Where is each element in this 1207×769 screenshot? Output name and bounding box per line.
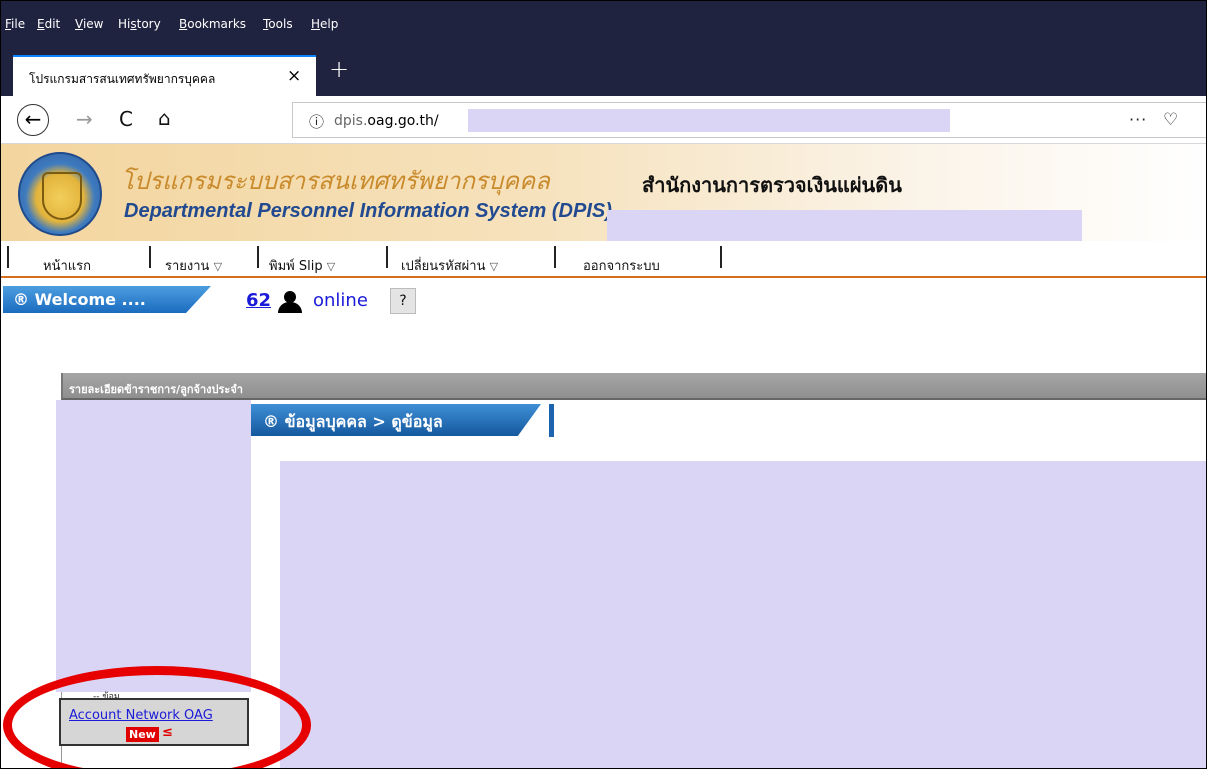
reload-icon[interactable]: C	[119, 107, 133, 131]
new-tab-icon[interactable]: +	[329, 55, 349, 83]
section-title: รายละเอียดข้าราชการ/ลูกจ้างประจำ	[69, 383, 243, 396]
nav-change-password-label: เปลี่ยนรหัสผ่าน	[401, 259, 486, 274]
menu-tools[interactable]: Tools	[263, 17, 293, 31]
tab-title: โปรแกรมสารสนเทศทรัพยากรบุคคล	[29, 72, 216, 86]
help-button[interactable]: ?	[390, 288, 416, 314]
nav-divider	[7, 246, 9, 268]
online-label: online	[313, 290, 368, 311]
redacted-url-path	[468, 109, 950, 132]
menu-help[interactable]: Help	[311, 17, 338, 31]
nav-home[interactable]: หน้าแรก	[43, 255, 91, 276]
nav-divider	[554, 246, 556, 268]
page-actions-icon[interactable]: ···	[1129, 110, 1147, 129]
highlight-ring	[3, 666, 311, 768]
nav-print-slip[interactable]: พิมพ์ Slip ▽	[269, 255, 335, 276]
nav-logout[interactable]: ออกจากระบบ	[583, 255, 660, 276]
breadcrumb-tab: ® ข้อมูลบุคคล > ดูข้อมูล	[251, 404, 541, 436]
url-bar[interactable]: ⓘ dpis.oag.go.th/ ··· ♡	[292, 102, 1206, 138]
redacted-personnel-details	[280, 461, 1206, 768]
nav-print-slip-label: พิมพ์ Slip	[269, 259, 323, 274]
menu-bookmarks[interactable]: Bookmarks	[179, 17, 246, 31]
dropdown-arrow-icon: ▽	[489, 260, 499, 273]
tab-dpis[interactable]: โปรแกรมสารสนเทศทรัพยากรบุคคล ×	[13, 55, 316, 96]
close-tab-icon[interactable]: ×	[287, 66, 301, 86]
nav-divider	[257, 246, 259, 268]
nav-divider	[149, 246, 151, 268]
seal-emblem	[42, 172, 82, 220]
nav-change-password[interactable]: เปลี่ยนรหัสผ่าน ▽	[401, 255, 498, 276]
home-icon[interactable]: ⌂	[158, 106, 171, 130]
oag-seal-logo	[18, 152, 102, 236]
menu-history[interactable]: History	[118, 17, 161, 31]
nav-home-label: หน้าแรก	[43, 259, 91, 274]
dropdown-arrow-icon: ▽	[213, 260, 223, 273]
dropdown-arrow-icon: ▽	[326, 260, 336, 273]
logo-english-title: Departmental Personnel Information Syste…	[124, 200, 612, 222]
welcome-label: ® Welcome ....	[13, 290, 146, 309]
main-nav: หน้าแรก รายงาน ▽ พิมพ์ Slip ▽ เปลี่ยนรหั…	[1, 241, 1206, 278]
menu-view[interactable]: View	[75, 17, 103, 31]
logo-thai-title: โปรแกรมระบบสารสนเทศทรัพยากรบุคคล	[121, 167, 550, 195]
info-icon[interactable]: ⓘ	[309, 111, 324, 132]
user-icon	[276, 291, 306, 313]
back-button[interactable]: ←	[17, 104, 49, 136]
nav-toolbar: ← → C ⌂ ⓘ dpis.oag.go.th/ ··· ♡	[1, 96, 1206, 144]
nav-divider	[386, 246, 388, 268]
breadcrumb-divider	[549, 404, 554, 437]
nav-logout-label: ออกจากระบบ	[583, 259, 660, 274]
redacted-banner-info	[607, 210, 1082, 242]
menu-bar: File Edit View History Bookmarks Tools H…	[1, 1, 1206, 47]
nav-divider	[720, 246, 722, 268]
online-users-count-link[interactable]: 62	[246, 290, 271, 311]
organization-name: สำนักงานการตรวจเงินแผ่นดิน	[642, 173, 902, 197]
nav-reports-label: รายงาน	[165, 259, 210, 274]
welcome-tab: ® Welcome ....	[3, 286, 211, 313]
menu-file[interactable]: File	[5, 17, 25, 31]
user-icon-body	[278, 302, 302, 313]
tab-strip: โปรแกรมสารสนเทศทรัพยากรบุคคล × +	[1, 47, 1206, 96]
url-text[interactable]: dpis.oag.go.th/	[334, 113, 439, 129]
section-header: รายละเอียดข้าราชการ/ลูกจ้างประจำ	[61, 373, 1206, 400]
browser-window: File Edit View History Bookmarks Tools H…	[0, 0, 1207, 769]
nav-reports[interactable]: รายงาน ▽	[165, 255, 222, 276]
url-prefix: dpis.	[334, 113, 368, 129]
pocket-icon[interactable]: ♡	[1163, 110, 1178, 130]
url-domain: oag.go.th/	[367, 113, 439, 129]
menu-edit[interactable]: Edit	[37, 17, 60, 31]
forward-button[interactable]: →	[76, 107, 93, 131]
breadcrumb: ® ข้อมูลบุคคล > ดูข้อมูล	[263, 412, 443, 431]
redacted-profile-panel	[56, 400, 251, 692]
